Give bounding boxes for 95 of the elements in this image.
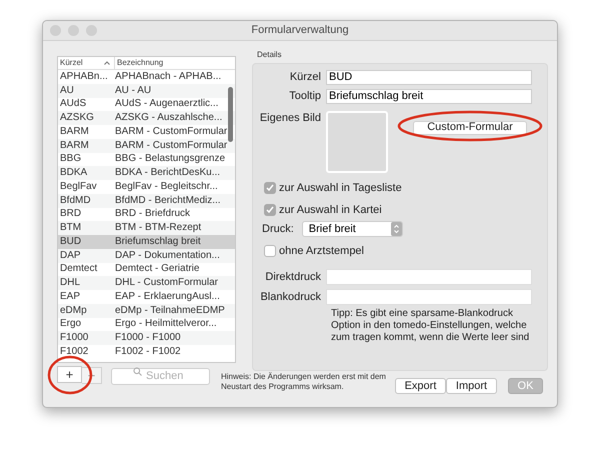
table-cell-text: AU: [59, 86, 75, 96]
table-cell-text: EAP: [59, 292, 82, 302]
blankodruck-field[interactable]: [326, 289, 532, 305]
list-row[interactable]: BRD BRD - Briefdruck: [58, 208, 235, 222]
table-cell: BTM - BTM-Rezept: [115, 223, 202, 234]
list-row[interactable]: AU AU - AU: [58, 84, 235, 98]
kuerzel-field[interactable]: BUD: [326, 70, 532, 85]
field-label: Direktdruck: [264, 272, 322, 282]
header-label: Bezeichnung: [117, 57, 164, 69]
table-cell: APHABnach - APHAB...: [115, 72, 222, 82]
list-row[interactable]: eDMp eDMp - TeilnahmeEDMP: [58, 304, 235, 318]
print-dropdown[interactable]: Brief breit: [302, 221, 403, 237]
table-cell: AUdS - Augenaerztlic...: [115, 99, 218, 110]
table-cell-text: BARM: [59, 126, 90, 137]
list-row[interactable]: BTM BTM - BTM-Rezept: [58, 221, 235, 235]
table-cell: DHL - CustomFormular: [115, 278, 218, 288]
checkbox[interactable]: [264, 204, 276, 216]
checkbox[interactable]: [264, 245, 276, 257]
list-row[interactable]: AUdS AUdS - Augenaerztlic...: [58, 98, 235, 112]
field-label: Eigenes Bild: [258, 113, 322, 124]
table-cell-text: BUD: [59, 236, 82, 247]
table-cell-text: F1002: [59, 346, 90, 357]
table-cell: Ergo - Heilmittelveror...: [115, 319, 217, 330]
table-cell-text: DHL: [59, 278, 82, 288]
list-row[interactable]: BARM BARM - CustomFormular: [58, 138, 235, 152]
list-row[interactable]: BUD Briefumschlag breit: [58, 235, 235, 249]
list-row[interactable]: DAP DAP - Dokumentation...: [58, 248, 235, 262]
table-cell-text: AZSKG: [59, 113, 95, 124]
column-header[interactable]: Kürzel: [58, 57, 115, 69]
table-cell: F1002 - F1002: [115, 346, 181, 357]
table-cell: BRD - Briefdruck: [115, 209, 190, 220]
table-cell-text: BRD: [59, 209, 82, 220]
dropdown-value: Brief breit: [308, 224, 357, 234]
window-title: Formularverwaltung: [250, 23, 350, 38]
table-cell-text: F1000: [59, 333, 90, 344]
tip-text: Tipp: Es gibt eine sparsame-Blankodruck Option in den tomedo-Einstellungen, welche zum tragen kommt, wenn die Werte leer sind: [331, 308, 530, 344]
table-cell: BARM - CustomFormular: [115, 140, 228, 151]
table-cell: AU - AU: [115, 86, 152, 96]
field-label: Tooltip: [288, 91, 322, 102]
table-cell: BARM - CustomFormular: [115, 126, 228, 137]
table-cell: EAP - ErklaerungAusl...: [115, 292, 220, 302]
add-button[interactable]: +: [57, 366, 82, 383]
checkbox-label: ohne Arztstempel: [279, 246, 364, 256]
table-cell-text: AUdS: [59, 99, 88, 110]
list-row[interactable]: AZSKG AZSKG - Auszahlsche...: [58, 111, 235, 125]
list-row[interactable]: F1000 F1000 - F1000: [58, 331, 235, 345]
checkbox-label: zur Auswahl in Tagesliste: [279, 182, 402, 194]
table-cell: Demtect - Geriatrie: [115, 264, 200, 274]
dialog-button[interactable]: Export: [395, 378, 446, 394]
list-row[interactable]: BDKA BDKA - BerichtDesKu...: [58, 166, 235, 180]
table-cell-text: APHABn...: [59, 72, 109, 82]
table-cell: Briefumschlag breit: [115, 236, 201, 247]
search-icon: [133, 367, 142, 376]
check-icon: [266, 184, 274, 192]
image-well[interactable]: [326, 111, 388, 173]
list-row[interactable]: Demtect Demtect - Geriatrie: [58, 262, 235, 276]
table-cell: F1000 - F1000: [115, 333, 181, 344]
table-cell: BeglFav - Begleitschr...: [115, 182, 218, 192]
table-cell-text: BBG: [59, 154, 82, 164]
dialog-button[interactable]: Import: [446, 378, 497, 394]
table-cell: BfdMD - BerichtMediz...: [115, 196, 221, 206]
table-cell: BDKA - BerichtDesKu...: [115, 168, 220, 178]
list-row[interactable]: BfdMD BfdMD - BerichtMediz...: [58, 194, 235, 208]
custom-formular-button[interactable]: Custom-Formular: [413, 120, 527, 134]
stepper-icon: [390, 222, 402, 236]
search-field[interactable]: Suchen: [111, 368, 210, 384]
list-row[interactable]: BBG BBG - Belastungsgrenze: [58, 152, 235, 166]
field-label: Druck:: [262, 224, 294, 234]
table-cell: eDMp - TeilnahmeEDMP: [115, 306, 225, 316]
list-row[interactable]: DHL DHL - CustomFormular: [58, 276, 235, 290]
table-cell: BBG - Belastungsgrenze: [115, 154, 226, 164]
table-cell-text: BfdMD: [59, 196, 92, 206]
table-cell-text: BTM: [59, 223, 82, 234]
field-label: Kürzel: [288, 72, 322, 83]
direktdruck-field[interactable]: [326, 269, 532, 285]
table-cell-text: Demtect: [59, 264, 98, 274]
list-row[interactable]: Ergo Ergo - Heilmittelveror...: [58, 318, 235, 332]
field-label: Blankodruck: [259, 292, 322, 302]
section-title: Details: [257, 50, 282, 60]
table-cell: AZSKG - Auszahlsche...: [115, 113, 222, 124]
check-icon: [266, 206, 274, 214]
table-cell: DAP - Dokumentation...: [115, 250, 220, 261]
column-header[interactable]: Bezeichnung: [115, 57, 235, 69]
table-cell-text: BARM: [59, 140, 90, 151]
table-cell-text: BeglFav: [59, 182, 98, 192]
header-label: Kürzel: [60, 57, 83, 69]
table-cell-text: BDKA: [59, 168, 88, 178]
table-cell-text: Ergo: [59, 319, 82, 330]
checkbox[interactable]: [264, 182, 276, 194]
tooltip-field[interactable]: Briefumschlag breit: [326, 89, 532, 104]
scrollbar[interactable]: [228, 87, 233, 142]
table-cell-text: DAP: [59, 250, 82, 261]
hint-text: Hinweis: Die Änderungen werden erst mit dem Neustart des Programms wirksam.: [221, 372, 387, 392]
table-cell-text: eDMp: [59, 306, 88, 316]
checkbox-label: zur Auswahl in Kartei: [279, 204, 382, 216]
